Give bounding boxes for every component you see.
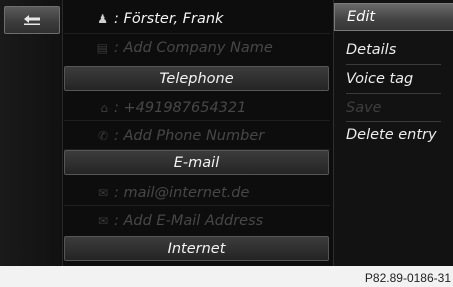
back-arrow-icon [24, 15, 40, 25]
contact-field-text: : +491987654321 [114, 99, 247, 116]
contact-field-text: : Add E-Mail Address [114, 212, 264, 229]
display-screen: ♟ : Förster, Frank ▤ : Add Company Name Tele… [0, 0, 453, 266]
contact-field-row[interactable]: ▤ : Add Company Name [62, 33, 332, 62]
section-header: Telephone [64, 66, 329, 91]
menu-item-details[interactable]: Details [334, 36, 453, 64]
contact-field-row[interactable]: ✉ : mail@internet.de [62, 178, 332, 207]
menu-item-label: Details [346, 42, 397, 58]
email-icon: ✉ [97, 185, 108, 200]
menu-item-label: Save [346, 100, 382, 116]
company-icon: ▤ [96, 40, 108, 55]
row-divider [64, 33, 330, 34]
contact-field-row[interactable]: ✆ : Add Phone Number [62, 121, 332, 150]
figure-code: P82.89-0186-31 [364, 271, 451, 285]
section-header-label: Internet [167, 240, 226, 257]
home-phone-icon: ⌂ [100, 100, 108, 115]
contact-field-text: : Add Company Name [114, 39, 273, 56]
menu-item-label: Delete entry [346, 127, 437, 143]
contact-field-row[interactable]: ✉ : Add E-Mail Address [62, 206, 332, 235]
contact-field-text: : Förster, Frank [114, 10, 224, 27]
section-header: Internet [64, 236, 329, 261]
contact-field-text: : Add Phone Number [114, 127, 265, 144]
row-divider [64, 120, 330, 121]
contact-field-row[interactable]: ♟ : Förster, Frank [62, 4, 332, 33]
left-rail [0, 0, 63, 266]
row-divider [64, 205, 330, 206]
menu-item-edit[interactable]: Edit [334, 3, 453, 31]
contact-field-row[interactable]: ⌂ : +491987654321 [62, 93, 332, 122]
menu-divider [346, 121, 441, 122]
section-header-label: Telephone [159, 70, 234, 87]
menu-item-label: Edit [347, 9, 376, 25]
menu-divider [346, 64, 441, 65]
email-icon: ✉ [97, 213, 108, 228]
section-header: E-mail [64, 150, 329, 175]
menu-divider [346, 93, 441, 94]
contact-field-text: : mail@internet.de [114, 184, 250, 201]
menu-item-label: Voice tag [346, 71, 414, 87]
options-menu: Edit Details Voice tag Save Delete entry [333, 0, 453, 266]
person-icon: ♟ [97, 11, 108, 26]
section-header-label: E-mail [173, 154, 220, 171]
menu-item-save: Save [334, 94, 453, 122]
contact-entry-list: ♟ : Förster, Frank ▤ : Add Company Name Tele… [62, 0, 332, 266]
row-divider [64, 149, 330, 150]
menu-item-voice-tag[interactable]: Voice tag [334, 65, 453, 93]
phone-icon: ✆ [97, 128, 108, 143]
menu-item-delete-entry[interactable]: Delete entry [334, 121, 453, 149]
back-button[interactable] [4, 6, 60, 34]
